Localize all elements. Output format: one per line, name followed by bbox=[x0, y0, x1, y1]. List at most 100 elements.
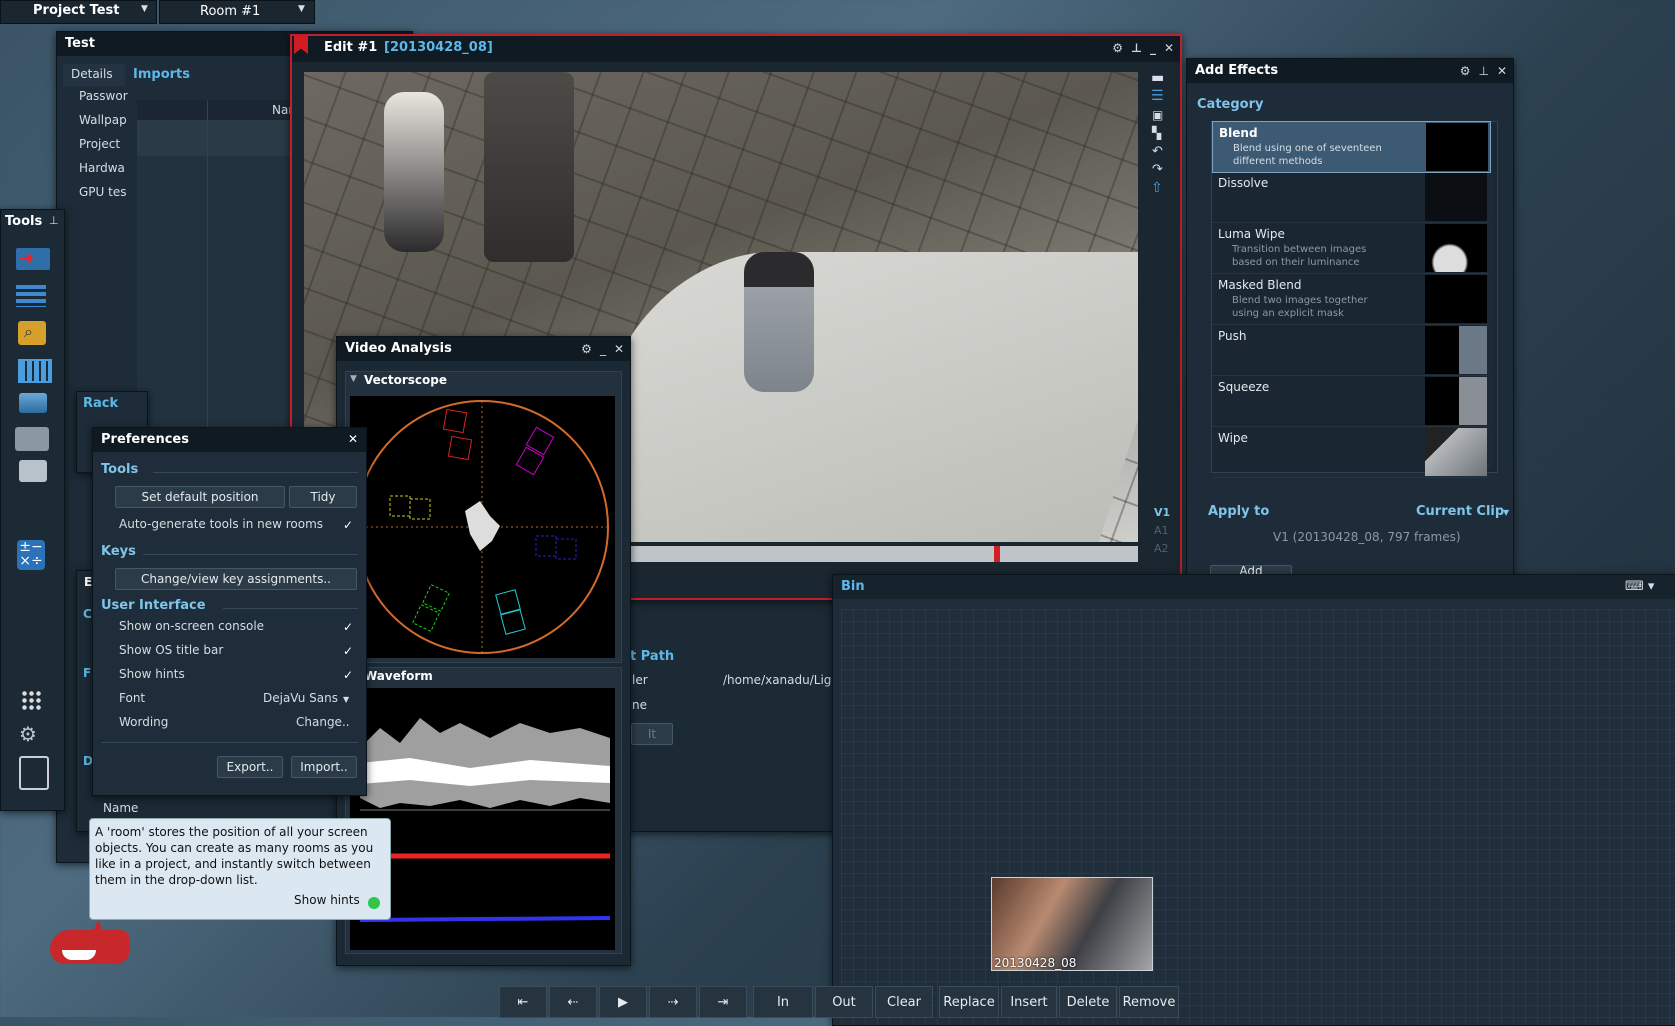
go-to-start-button[interactable]: ⇤ bbox=[499, 986, 547, 1018]
list-item[interactable]: Hardwa bbox=[79, 161, 125, 175]
minimize-icon[interactable]: _ bbox=[600, 342, 606, 356]
room-selector[interactable]: Room #1 ▼ bbox=[159, 0, 315, 24]
hint-toggle-indicator[interactable] bbox=[368, 897, 380, 909]
bin-grid[interactable] bbox=[841, 609, 1675, 1025]
step-forward-button[interactable]: ⇢ bbox=[649, 986, 697, 1018]
play-button[interactable]: ▶ bbox=[599, 986, 647, 1018]
step-back-button[interactable]: ⇠ bbox=[549, 986, 597, 1018]
project-name: Project Test bbox=[33, 3, 120, 18]
redo-icon[interactable]: ↷ bbox=[1152, 162, 1163, 177]
show-hints-toggle-label: Show hints bbox=[294, 893, 360, 907]
close-icon[interactable]: ✕ bbox=[1497, 64, 1507, 78]
background-button[interactable]: It bbox=[631, 723, 673, 745]
import-tool-icon[interactable]: ➜ bbox=[16, 248, 50, 270]
change-keys-button[interactable]: Change/view key assignments.. bbox=[115, 568, 357, 590]
effect-blend[interactable]: Blend Blend using one of seventeen diffe… bbox=[1212, 121, 1491, 173]
export-button[interactable]: Export.. bbox=[217, 756, 283, 778]
wording-button[interactable]: Change.. bbox=[296, 715, 350, 729]
vectorscope-section: ▼ Vectorscope bbox=[345, 371, 622, 663]
timeline-tool-icon[interactable] bbox=[16, 285, 46, 307]
rack-title: Rack bbox=[83, 396, 119, 411]
stack-tool-icon[interactable] bbox=[19, 393, 47, 413]
track-v1[interactable]: V1 bbox=[1154, 506, 1170, 519]
tab-details[interactable]: Details bbox=[63, 64, 125, 86]
effect-squeeze[interactable]: Squeeze bbox=[1212, 376, 1489, 427]
close-icon[interactable]: ✕ bbox=[614, 342, 624, 356]
effect-masked-blend[interactable]: Masked Blend Blend two images together u… bbox=[1212, 274, 1489, 325]
effect-thumbnail bbox=[1425, 275, 1487, 323]
path-header: t Path bbox=[630, 649, 675, 664]
pin-icon[interactable]: ⊥ bbox=[1131, 36, 1142, 60]
effect-wipe[interactable]: Wipe bbox=[1212, 427, 1489, 478]
settings-icon[interactable]: ⚙ bbox=[1460, 64, 1471, 78]
frame-icon[interactable]: ▣ bbox=[1152, 108, 1163, 122]
auto-generate-label: Auto-generate tools in new rooms bbox=[119, 517, 324, 531]
edit-clip-name: [20130428_08] bbox=[384, 40, 493, 55]
font-selector[interactable]: DejaVu Sans bbox=[263, 691, 338, 705]
clear-button[interactable]: Clear bbox=[875, 986, 933, 1018]
import-button[interactable]: Import.. bbox=[291, 756, 357, 778]
tools-panel: Tools ⊥ ➜ ⌕ ±− ×÷ ⚙ bbox=[0, 209, 65, 811]
bin-clip[interactable]: 20130428_08 bbox=[991, 877, 1153, 971]
printer-tool-icon[interactable] bbox=[15, 427, 49, 451]
current-clip-selector[interactable]: Current Clip bbox=[1416, 504, 1504, 519]
close-icon[interactable]: ✕ bbox=[1164, 36, 1174, 60]
chevron-down-icon[interactable]: ▼ bbox=[350, 374, 357, 384]
effect-thumbnail bbox=[1425, 224, 1487, 272]
go-to-end-button[interactable]: ⇥ bbox=[699, 986, 747, 1018]
out-button[interactable]: Out bbox=[815, 986, 873, 1018]
in-button[interactable]: In bbox=[753, 986, 813, 1018]
list-item[interactable]: Wallpap bbox=[79, 113, 127, 127]
set-default-position-button[interactable]: Set default position bbox=[115, 486, 285, 508]
undo-icon[interactable]: ↶ bbox=[1152, 144, 1163, 159]
list-icon[interactable]: ☰ bbox=[1151, 88, 1164, 104]
auto-generate-checkbox[interactable]: ✓ bbox=[341, 518, 355, 532]
hints-checkbox[interactable]: ✓ bbox=[341, 668, 355, 682]
crop-icon[interactable]: ▚ bbox=[1152, 126, 1161, 140]
bin-clip-label: 20130428_08 bbox=[994, 956, 1077, 970]
delete-button[interactable]: Delete bbox=[1059, 986, 1117, 1018]
view-mode-icon[interactable]: ⌨ ▾ bbox=[1625, 579, 1654, 594]
remove-button[interactable]: Remove bbox=[1119, 986, 1179, 1018]
room-name: Room #1 bbox=[200, 4, 261, 19]
os-title-label: Show OS title bar bbox=[119, 643, 224, 657]
settings-icon[interactable]: ⚙ bbox=[1112, 36, 1123, 60]
hint-text: A 'room' stores the position of all your… bbox=[95, 825, 374, 887]
insert-button[interactable]: Insert bbox=[1001, 986, 1057, 1018]
replace-button[interactable]: Replace bbox=[939, 986, 999, 1018]
search-tool-icon[interactable]: ⌕ bbox=[18, 321, 46, 345]
clip-info: V1 (20130428_08, 797 frames) bbox=[1273, 530, 1461, 544]
users-icon[interactable]: ⚙ bbox=[19, 722, 47, 746]
effect-thumbnail bbox=[1425, 173, 1487, 221]
effect-dissolve[interactable]: Dissolve bbox=[1212, 172, 1489, 223]
effect-luma-wipe[interactable]: Luma Wipe Transition between images base… bbox=[1212, 223, 1489, 274]
save-tool-icon[interactable] bbox=[19, 756, 49, 790]
list-item[interactable]: Project bbox=[79, 137, 120, 151]
list-item[interactable]: Passwor bbox=[79, 89, 128, 103]
effect-push[interactable]: Push bbox=[1212, 325, 1489, 376]
pin-icon[interactable]: ⊥ bbox=[1478, 64, 1488, 78]
os-title-checkbox[interactable]: ✓ bbox=[341, 644, 355, 658]
drive-tool-icon[interactable] bbox=[19, 460, 47, 482]
edit-titlebar: Edit #1 [20130428_08] ⚙ ⊥ _ ✕ bbox=[292, 36, 1180, 62]
grid-tool-icon[interactable] bbox=[18, 359, 52, 383]
track-a2[interactable]: A2 bbox=[1154, 542, 1169, 555]
minimize-icon[interactable]: _ bbox=[1150, 36, 1156, 60]
tidy-button[interactable]: Tidy bbox=[289, 486, 357, 508]
chevron-down-icon: ▼ bbox=[343, 695, 350, 704]
project-selector[interactable]: Project Test ▼ bbox=[0, 0, 157, 24]
pin-icon[interactable]: ⊥ bbox=[49, 214, 59, 227]
vectorscope-display bbox=[350, 396, 615, 658]
calculator-tool-icon[interactable]: ±− ×÷ bbox=[17, 540, 45, 570]
console-checkbox[interactable]: ✓ bbox=[341, 620, 355, 634]
playhead-marker[interactable] bbox=[994, 546, 1000, 562]
track-a1[interactable]: A1 bbox=[1154, 524, 1169, 537]
shark-mascot[interactable] bbox=[50, 920, 135, 972]
apply-to-label: Apply to bbox=[1208, 504, 1270, 519]
list-item[interactable]: GPU tes bbox=[79, 185, 126, 199]
settings-icon[interactable]: ⚙ bbox=[581, 342, 592, 356]
close-icon[interactable]: ✕ bbox=[348, 432, 358, 446]
upload-icon[interactable]: ⇧ bbox=[1151, 180, 1163, 196]
apps-grid-icon[interactable] bbox=[21, 690, 43, 712]
folder-icon[interactable]: ▬ bbox=[1151, 70, 1164, 86]
